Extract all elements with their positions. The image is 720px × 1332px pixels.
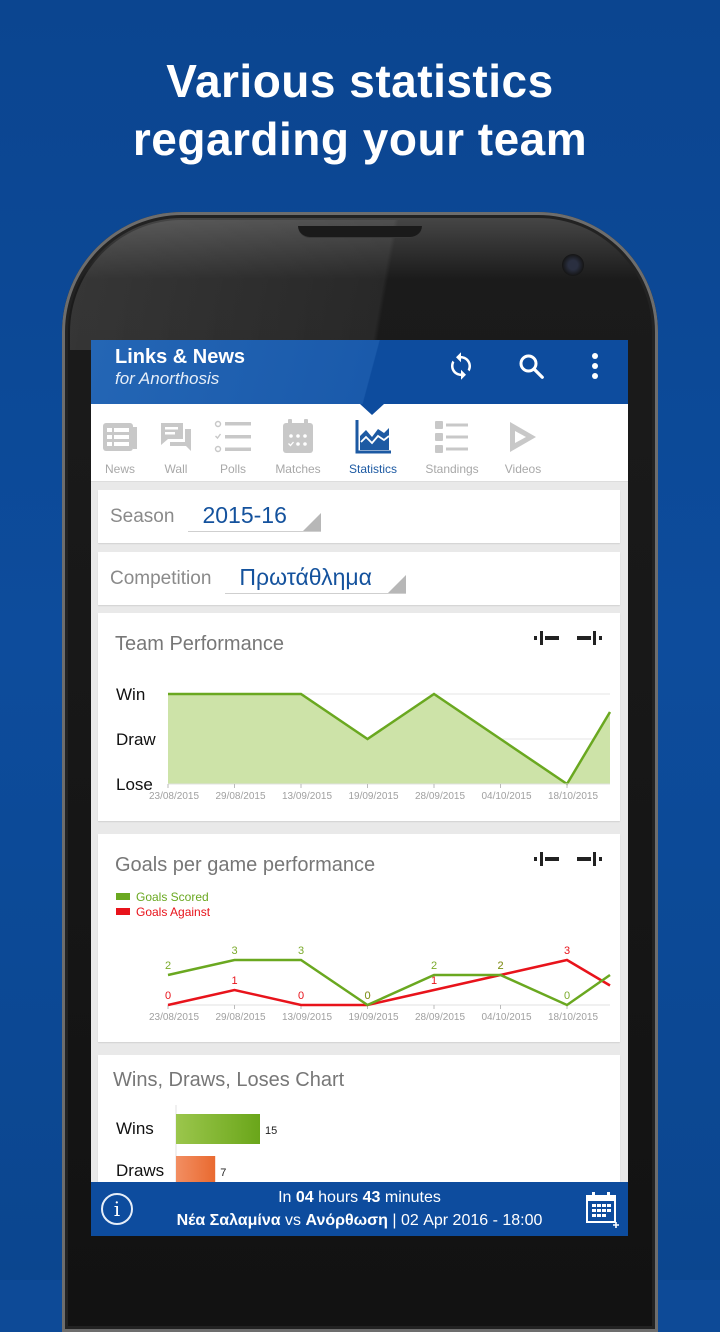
tab-label: Statistics: [348, 462, 397, 476]
y-tick-label: Draw: [116, 730, 156, 749]
next-match-bar[interactable]: i In 04 hours 43 minutes Νέα Σαλαμίνα vs…: [91, 1182, 628, 1236]
bar-value-label: 15: [265, 1125, 277, 1137]
goals-card: Goals per game performance Goals Scored G…: [98, 834, 620, 1042]
wdl-chart: Wins 15 Draws 7: [116, 1105, 277, 1195]
x-tick-label: 13/09/2015: [282, 791, 332, 802]
checklist-icon: [214, 414, 252, 460]
team-performance-card: Team Performance Lose Draw Win 23/08/2015 29…: [98, 613, 620, 821]
x-tick-label: 23/08/2015: [149, 1012, 199, 1023]
chart-icon: [355, 414, 391, 460]
numbered-list-icon: [434, 414, 470, 460]
tab-news[interactable]: News: [95, 404, 145, 481]
legend-label: Goals Against: [136, 905, 211, 919]
bar-category-label: Draws: [116, 1161, 164, 1180]
tab-label: News: [104, 462, 135, 476]
season-card: Season 2015-16: [98, 490, 620, 543]
phone-speaker: [298, 226, 422, 238]
competition-card: Competition Πρωτάθλημα: [98, 552, 620, 605]
x-tick-label: 18/10/2015: [548, 1012, 598, 1023]
competition-label: Competition: [110, 567, 212, 589]
goals-chart: Goals ScoredGoals Against 23/08/2015 29/08…: [116, 890, 611, 1023]
y-tick-label: Lose: [116, 775, 153, 794]
x-tick-label: 04/10/2015: [481, 1012, 531, 1023]
goals-scored-label: 3: [298, 945, 304, 957]
countdown-minutes: 43: [362, 1189, 381, 1206]
dropdown-arrow-icon: [302, 512, 321, 531]
app-screen: Links & News for Anorthosis News Wall Po…: [91, 340, 628, 1236]
tab-bar: News Wall Polls Matches Statistics Stand…: [91, 404, 628, 482]
tab-label: Videos: [504, 462, 542, 476]
headline-line-1: Various statistics: [166, 55, 554, 107]
tab-label: Standings: [425, 462, 479, 476]
tab-label: Wall: [164, 462, 188, 476]
goals-against-label: 0: [298, 990, 304, 1002]
goals-against-label: 0: [165, 990, 171, 1002]
active-tab-indicator: [360, 404, 384, 415]
wdl-card: Wins, Draws, Loses Chart Wins 15 Draws 7: [98, 1055, 620, 1195]
goals-scored-label: 2: [431, 960, 437, 972]
competition-value: Πρωτάθλημα: [239, 563, 372, 590]
tab-label: Polls: [219, 462, 246, 476]
chat-icon: [160, 414, 192, 460]
tab-wall[interactable]: Wall: [145, 404, 207, 481]
bar-category-label: Wins: [116, 1119, 154, 1138]
more-vert-icon[interactable]: [575, 346, 615, 386]
x-tick-label: 29/08/2015: [215, 1012, 265, 1023]
goals-scored-label: 3: [231, 945, 237, 957]
app-title: Links & News: [115, 346, 246, 368]
x-tick-label: 19/09/2015: [348, 1012, 398, 1023]
goals-scored-label: 2: [497, 960, 503, 972]
y-tick-label: Win: [116, 685, 145, 704]
tab-videos[interactable]: Videos: [495, 404, 551, 481]
tab-label: Matches: [275, 462, 321, 476]
tab-matches[interactable]: Matches: [259, 404, 337, 481]
bar-wins: [176, 1114, 260, 1144]
goals-scored-label: 0: [364, 990, 370, 1002]
calendar-icon: [282, 414, 314, 460]
goals-against-label: 1: [231, 975, 237, 987]
x-tick-label: 13/09/2015: [282, 1012, 332, 1023]
tab-standings[interactable]: Standings: [409, 404, 495, 481]
countdown-hours: 04: [295, 1189, 314, 1206]
x-tick-label: 28/09/2015: [415, 1012, 465, 1023]
x-tick-label: 18/10/2015: [548, 791, 598, 802]
phone-camera: [562, 254, 584, 276]
match-info: Νέα Σαλαμίνα vs Ανόρθωση | 02 Apr 2016 -…: [176, 1212, 543, 1229]
x-tick-label: 19/09/2015: [348, 791, 398, 802]
add-to-calendar-icon[interactable]: [586, 1192, 620, 1233]
bar-value-label: 7: [220, 1167, 226, 1179]
x-tick-label: 04/10/2015: [481, 791, 531, 802]
season-value: 2015-16: [202, 501, 287, 528]
app-bar: Links & News for Anorthosis: [91, 340, 628, 404]
play-icon: [508, 414, 538, 460]
season-dropdown[interactable]: 2015-16: [188, 501, 321, 532]
legend-label: Goals Scored: [136, 890, 209, 904]
x-tick-label: 28/09/2015: [415, 791, 465, 802]
competition-dropdown[interactable]: Πρωτάθλημα: [225, 564, 406, 594]
goals-scored-label: 2: [165, 960, 171, 972]
headline-line-2: regarding your team: [132, 113, 588, 165]
x-tick-label: 29/08/2015: [215, 791, 265, 802]
promo-headline: Various statistics regarding your team: [0, 52, 720, 168]
legend-swatch: [116, 893, 130, 900]
season-label: Season: [110, 505, 175, 527]
dropdown-arrow-icon: [387, 574, 406, 593]
match-datetime: | 02 Apr 2016 - 18:00: [387, 1212, 543, 1229]
home-team: Νέα Σαλαμίνα: [176, 1212, 281, 1229]
newspaper-icon: [102, 414, 138, 460]
search-icon[interactable]: [511, 346, 551, 386]
app-subtitle: for Anorthosis: [115, 369, 220, 388]
countdown-text: In 04 hours 43 minutes: [278, 1189, 441, 1206]
refresh-icon[interactable]: [441, 346, 481, 386]
away-team: Ανόρθωση: [305, 1212, 388, 1229]
goals-against-label: 3: [564, 945, 570, 957]
legend-swatch: [116, 908, 130, 915]
team-performance-chart: Lose Draw Win 23/08/2015 29/08/2015 13/09/201…: [116, 685, 612, 802]
x-tick-label: 23/08/2015: [149, 791, 199, 802]
tab-statistics[interactable]: Statistics: [337, 404, 409, 481]
tab-polls[interactable]: Polls: [207, 404, 259, 481]
goals-scored-label: 0: [564, 990, 570, 1002]
